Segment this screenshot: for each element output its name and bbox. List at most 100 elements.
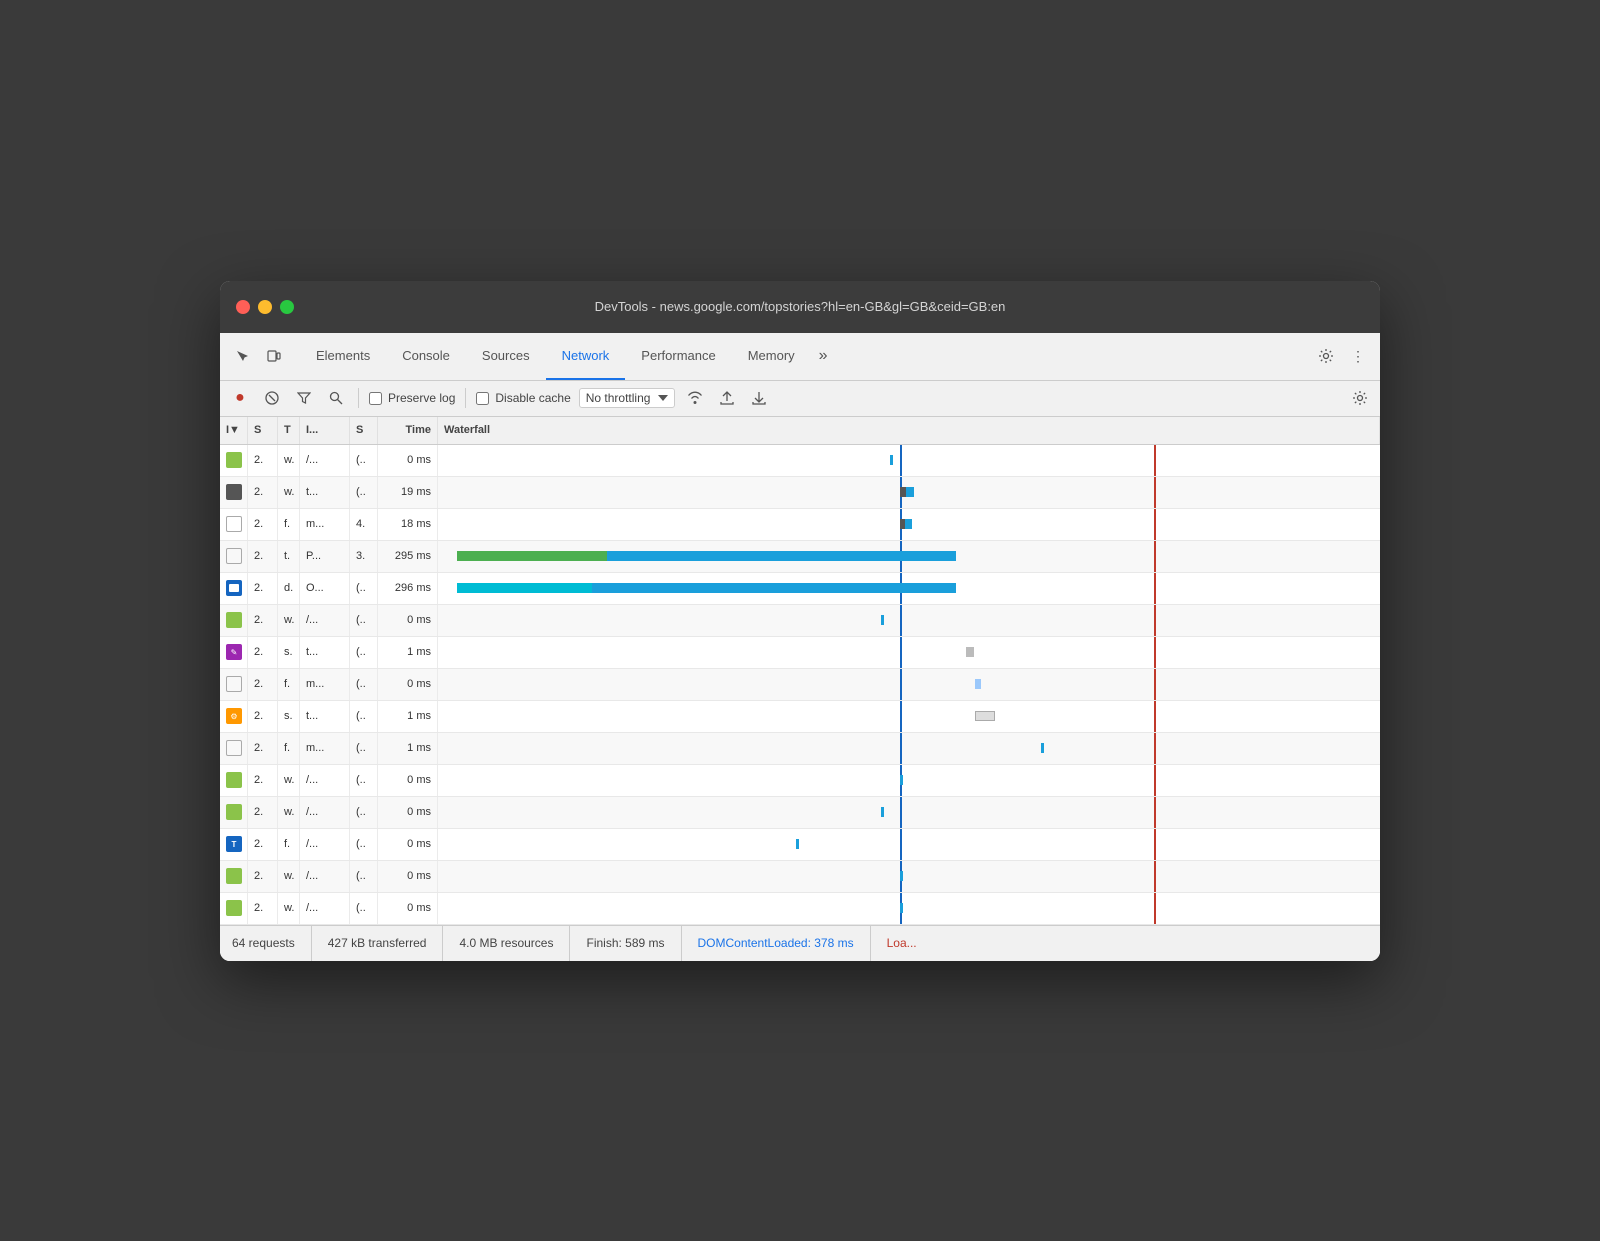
row-icon — [220, 765, 248, 796]
tab-icon-group — [228, 342, 288, 370]
preserve-log-checkbox[interactable] — [369, 392, 382, 405]
th-indicator[interactable]: I▼ — [220, 417, 248, 444]
row-icon: T — [220, 829, 248, 860]
tab-memory[interactable]: Memory — [732, 332, 811, 380]
maximize-button[interactable] — [280, 300, 294, 314]
tab-sources[interactable]: Sources — [466, 332, 546, 380]
table-header: I▼ S T I... S Time Waterfall — [220, 417, 1380, 445]
table-row[interactable]: 2. w. /... (.. 0 ms — [220, 445, 1380, 477]
clear-button[interactable] — [260, 386, 284, 410]
waterfall-bar — [438, 861, 1380, 892]
waterfall-bar — [438, 445, 1380, 476]
th-size[interactable]: S — [350, 417, 378, 444]
traffic-lights — [236, 300, 294, 314]
tab-actions: ⋮ — [1312, 342, 1372, 370]
divider-1 — [358, 388, 359, 408]
table-row[interactable]: 2. f. m... (.. 1 ms — [220, 733, 1380, 765]
table-row[interactable]: 2. f. m... (.. 0 ms — [220, 669, 1380, 701]
row-icon — [220, 797, 248, 828]
tab-console[interactable]: Console — [386, 332, 466, 380]
table-row[interactable]: 2. w. t... (.. 19 ms — [220, 477, 1380, 509]
record-button[interactable]: ● — [228, 386, 252, 410]
waterfall-bar — [438, 477, 1380, 508]
preserve-log-label[interactable]: Preserve log — [369, 391, 455, 405]
divider-2 — [465, 388, 466, 408]
waterfall-bar — [438, 797, 1380, 828]
resources-size: 4.0 MB resources — [443, 926, 570, 961]
wifi-icon[interactable] — [683, 386, 707, 410]
waterfall-bar — [438, 669, 1380, 700]
dom-content-loaded: DOMContentLoaded: 378 ms — [682, 926, 871, 961]
transferred-size: 427 kB transferred — [312, 926, 444, 961]
row-icon — [220, 477, 248, 508]
th-waterfall[interactable]: Waterfall — [438, 417, 1380, 444]
th-type[interactable]: T — [278, 417, 300, 444]
throttle-select[interactable]: No throttling — [579, 388, 676, 408]
th-status[interactable]: S — [248, 417, 278, 444]
waterfall-bar — [438, 893, 1380, 924]
device-icon[interactable] — [260, 342, 288, 370]
table-row[interactable]: 2. f. m... 4. 18 ms — [220, 509, 1380, 541]
waterfall-bar — [438, 605, 1380, 636]
row-icon — [220, 509, 248, 540]
disable-cache-checkbox[interactable] — [476, 392, 489, 405]
waterfall-bar — [438, 509, 1380, 540]
waterfall-bar — [438, 829, 1380, 860]
tab-network[interactable]: Network — [546, 332, 626, 380]
settings-gear-icon[interactable] — [1348, 386, 1372, 410]
table-row[interactable]: 2. w. /... (.. 0 ms — [220, 797, 1380, 829]
row-icon — [220, 669, 248, 700]
tab-elements[interactable]: Elements — [300, 332, 386, 380]
status-bar: 64 requests 427 kB transferred 4.0 MB re… — [220, 925, 1380, 961]
row-icon: ✎ — [220, 637, 248, 668]
th-name[interactable]: I... — [300, 417, 350, 444]
network-toolbar: ● Preserve log — [220, 381, 1380, 417]
table-row[interactable]: 2. w. /... (.. 0 ms — [220, 605, 1380, 637]
row-icon — [220, 733, 248, 764]
row-icon — [220, 445, 248, 476]
devtools-panel: Elements Console Sources Network Perform… — [220, 333, 1380, 961]
disable-cache-label[interactable]: Disable cache — [476, 391, 570, 405]
minimize-button[interactable] — [258, 300, 272, 314]
main-tabs: Elements Console Sources Network Perform… — [300, 332, 1312, 380]
row-icon — [220, 541, 248, 572]
table-body: 2. w. /... (.. 0 ms — [220, 445, 1380, 925]
table-row[interactable]: ✎ 2. s. t... (.. 1 ms — [220, 637, 1380, 669]
upload-icon[interactable] — [715, 386, 739, 410]
more-tabs-button[interactable]: » — [811, 347, 836, 365]
table-row[interactable]: 2. t. P... 3. 295 ms — [220, 541, 1380, 573]
search-icon[interactable] — [324, 386, 348, 410]
title-bar: DevTools - news.google.com/topstories?hl… — [220, 281, 1380, 333]
close-button[interactable] — [236, 300, 250, 314]
row-icon — [220, 573, 248, 604]
table-row[interactable]: 2. w. /... (.. 0 ms — [220, 893, 1380, 925]
filter-icon[interactable] — [292, 386, 316, 410]
waterfall-bar — [438, 733, 1380, 764]
network-table: I▼ S T I... S Time Waterfall 2. w. /... — [220, 417, 1380, 925]
table-row[interactable]: 2. w. /... (.. 0 ms — [220, 861, 1380, 893]
waterfall-bar — [438, 701, 1380, 732]
table-row[interactable]: ⚙ 2. s. t... (.. 1 ms — [220, 701, 1380, 733]
row-icon: ⚙ — [220, 701, 248, 732]
table-row[interactable]: 2. d. O... (.. 296 ms — [220, 573, 1380, 605]
th-time[interactable]: Time — [378, 417, 438, 444]
window-title: DevTools - news.google.com/topstories?hl… — [595, 299, 1006, 314]
waterfall-bar — [438, 637, 1380, 668]
download-icon[interactable] — [747, 386, 771, 410]
row-icon — [220, 605, 248, 636]
settings-icon[interactable] — [1312, 342, 1340, 370]
finish-time: Finish: 589 ms — [570, 926, 681, 961]
waterfall-bar — [438, 765, 1380, 796]
waterfall-bar — [438, 541, 1380, 572]
waterfall-bar — [438, 573, 1380, 604]
cursor-icon[interactable] — [228, 342, 256, 370]
load-time: Loa... — [871, 926, 933, 961]
table-row[interactable]: 2. w. /... (.. 0 ms — [220, 765, 1380, 797]
row-icon — [220, 893, 248, 924]
table-row[interactable]: T 2. f. /... (.. 0 ms — [220, 829, 1380, 861]
more-options-icon[interactable]: ⋮ — [1344, 342, 1372, 370]
devtools-window: DevTools - news.google.com/topstories?hl… — [220, 281, 1380, 961]
row-icon — [220, 861, 248, 892]
tab-performance[interactable]: Performance — [625, 332, 731, 380]
tabs-bar: Elements Console Sources Network Perform… — [220, 333, 1380, 381]
